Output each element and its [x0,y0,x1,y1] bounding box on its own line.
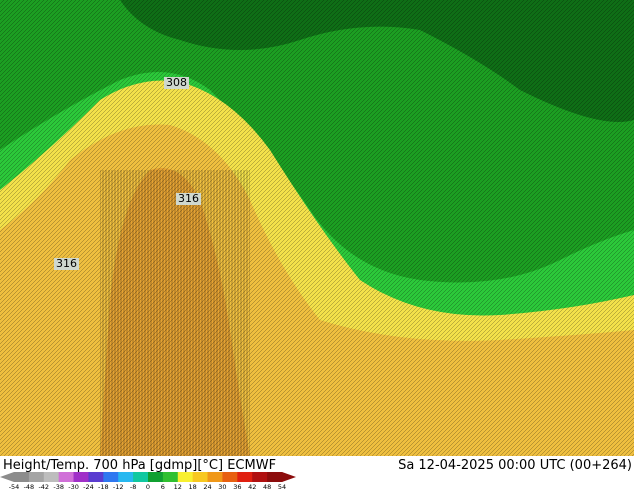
colorbar-segment [133,472,149,482]
colorbar-left-arrow [0,472,14,482]
contour-label-316-lower: 316 [54,257,79,270]
colorbar-segment [43,472,60,482]
contour-label-308: 308 [164,76,189,89]
weather-map [0,0,634,456]
vertical-hatch-overlay [100,170,250,456]
colorbar-segment [58,472,75,482]
colorbar-segment [192,472,209,482]
colorbar-segment [222,472,238,482]
colorbar-segment [148,472,164,482]
temperature-colorbar [0,472,296,482]
colorbar-segment [252,472,268,482]
contour-label-316-upper: 316 [176,192,201,205]
colorbar-segment [177,472,194,482]
colorbar-segment [103,472,119,482]
colorbar-segment [88,472,104,482]
colorbar-segment [28,472,45,482]
colorbar-right-arrow [282,472,296,482]
colorbar-segment [207,472,223,482]
colorbar-segment [14,472,30,482]
colorbar-segment [118,472,134,482]
hatch-overlay [0,0,634,456]
forecast-datetime: Sa 12-04-2025 00:00 UTC (00+264) [398,458,632,473]
colorbar-segment [162,472,179,482]
colorbar-segment [267,472,283,482]
colorbar-segment [73,472,89,482]
colorbar-segment [237,472,253,482]
